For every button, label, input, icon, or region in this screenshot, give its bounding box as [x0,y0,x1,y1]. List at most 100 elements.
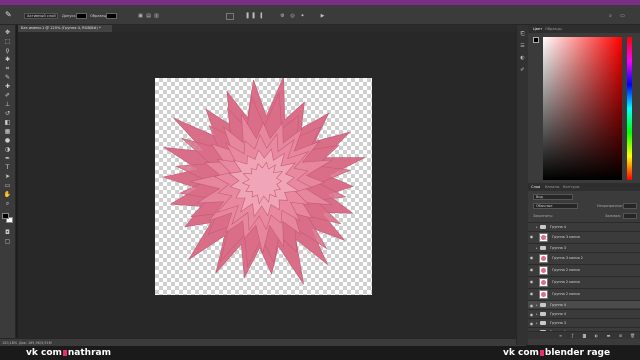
visibility-eye-icon[interactable]: ◉ [529,267,534,272]
quick-select-icon[interactable]: ✱ [3,56,12,63]
3d-mode-icon[interactable]: ◎ [290,14,295,19]
visibility-eye-icon[interactable] [529,225,534,230]
layer-row[interactable]: ◉ Группа 3 копия [528,231,640,242]
color-chips[interactable] [533,37,543,47]
layer-row[interactable]: ◉ Группа 2 копия [528,264,640,275]
expand-arrow-icon[interactable]: ▸ [536,321,539,326]
adjustments-panel-icon[interactable]: ◐ [519,55,526,61]
layer-row[interactable]: ◉ Группа 2 копия [528,288,640,299]
crop-icon[interactable]: ⌗ [3,65,12,72]
layer-row[interactable]: ◉ ▸ Группа 4 [528,300,640,308]
move-icon[interactable]: ✥ [3,29,12,36]
color-swatch[interactable] [76,13,87,19]
color-picker-field[interactable] [543,37,622,180]
layer-name[interactable]: Группа 4 [550,223,566,231]
tab-color[interactable]: Цвет [533,25,542,33]
healing-icon[interactable]: ✚ [3,83,12,90]
gear-icon[interactable]: ⚙ [280,14,285,19]
distribute-icon[interactable]: ▤ [146,14,151,19]
sample-swatch[interactable] [106,13,117,19]
sample-select[interactable]: Активный слой [24,13,58,19]
blend-mode-select[interactable]: Обычные [533,203,578,209]
layer-row[interactable]: ◉ Группа 2 копия [528,276,640,287]
adjustment-layer-icon[interactable]: ◐ [594,333,599,338]
layer-name[interactable]: Группа 2 копия [552,277,580,288]
layer-row[interactable]: ▸ Группа 3 [528,243,640,251]
trash-icon[interactable]: 🗑 [630,333,635,338]
stamp-icon[interactable]: ⊥ [3,101,12,108]
visibility-eye-icon[interactable]: ◉ [529,291,534,296]
visibility-eye-icon[interactable]: ◉ [529,303,534,308]
brush-panel-icon[interactable]: ✐ [519,67,526,73]
tab-channels[interactable]: Каналы [545,183,559,191]
quick-mask-icon[interactable]: ◘ [3,229,12,236]
visibility-eye-icon[interactable]: ◉ [529,234,534,239]
workspace-icon[interactable]: ▭ [620,14,625,19]
expand-arrow-icon[interactable]: ▸ [536,225,539,230]
tab-layers[interactable]: Слои [531,183,540,191]
expand-arrow-icon[interactable]: ▸ [536,246,539,251]
eyedropper-icon[interactable]: ✎ [5,11,14,19]
zoom-icon[interactable]: ⌕ [3,200,12,207]
hue-slider[interactable] [627,37,632,180]
foreground-chip[interactable] [533,37,539,43]
history-brush-icon[interactable]: ↺ [3,110,12,117]
screen-mode-icon[interactable]: ▢ [3,238,12,245]
new-group-icon[interactable]: ▬ [606,333,611,338]
video-icon[interactable]: ▶ [320,14,325,19]
marquee-icon[interactable]: ⬚ [3,38,12,45]
canvas-area[interactable] [18,32,526,338]
layer-name[interactable]: Группа 4 [550,310,566,318]
pen-icon[interactable]: ✒ [3,155,12,162]
align-right-icon[interactable]: ▍ [260,14,265,19]
hand-icon[interactable]: ✋ [3,191,12,198]
layer-name[interactable]: Группа 2 копия [552,289,580,300]
settings-icon[interactable]: ✦ [300,14,305,19]
path-select-icon[interactable]: ➤ [3,173,12,180]
mask-icon[interactable]: ◙ [582,333,587,338]
properties-panel-icon[interactable]: ☰ [519,43,526,49]
fx-icon[interactable]: ƒ [570,333,575,338]
layer-row[interactable]: ◉ ▸ Группа 4 [528,309,640,317]
visibility-eye-icon[interactable]: ◉ [529,312,534,317]
tab-swatches[interactable]: Образцы [545,25,562,33]
layer-row[interactable]: ▸ Группа 4 [528,222,640,230]
foreground-color-swatch[interactable] [2,213,9,219]
lasso-icon[interactable]: ϙ [3,47,12,54]
blur-icon[interactable]: ● [3,137,12,144]
link-icon[interactable]: ∞ [558,333,563,338]
layer-row[interactable]: ◉ Группа 3 копия 2 [528,252,640,263]
visibility-eye-icon[interactable]: ◉ [529,279,534,284]
visibility-eye-icon[interactable]: ◉ [529,255,534,260]
layer-name[interactable]: Группа 4 [550,301,566,309]
layer-name[interactable]: Группа 3 [550,244,566,252]
eyedropper-icon[interactable]: ✎ [3,74,12,81]
layer-name[interactable]: Группа 3 [550,319,566,327]
align-icon[interactable]: ▣ [138,14,143,19]
layer-name[interactable]: Группа 2 копия [552,265,580,276]
dodge-icon[interactable]: ◑ [3,146,12,153]
fill-input[interactable] [623,213,637,219]
opacity-input[interactable] [623,203,637,209]
brush-icon[interactable]: ✐ [3,92,12,99]
layer-row[interactable]: ◉ ▸ Группа 3 [528,318,640,326]
fg-bg-colors[interactable] [2,213,14,223]
shape-icon[interactable]: ▭ [3,182,12,189]
expand-arrow-icon[interactable]: ▸ [536,303,539,308]
history-panel-icon[interactable]: ⎗ [519,31,526,37]
align-left-icon[interactable]: ▐ [244,14,249,19]
gradient-icon[interactable]: ▦ [3,128,12,135]
layer-name[interactable]: Группа 3 копия 2 [552,253,583,264]
document-canvas[interactable] [155,78,372,295]
layer-kind-filter[interactable]: Вид [533,194,573,200]
align-center-icon[interactable]: ▌ [252,14,257,19]
tab-paths[interactable]: Контуры [563,183,579,191]
expand-arrow-icon[interactable]: ▸ [536,312,539,317]
transform-controls-icon[interactable] [226,13,234,20]
new-layer-icon[interactable]: ⊞ [618,333,623,338]
visibility-eye-icon[interactable] [529,246,534,251]
visibility-eye-icon[interactable]: ◉ [529,321,534,326]
arrange-icon[interactable]: ▥ [154,14,159,19]
layer-name[interactable]: Группа 3 копия [552,232,580,243]
document-tab[interactable]: Без имени-1 @ 120% (Группа 4, RGB/8#) * [18,25,112,32]
